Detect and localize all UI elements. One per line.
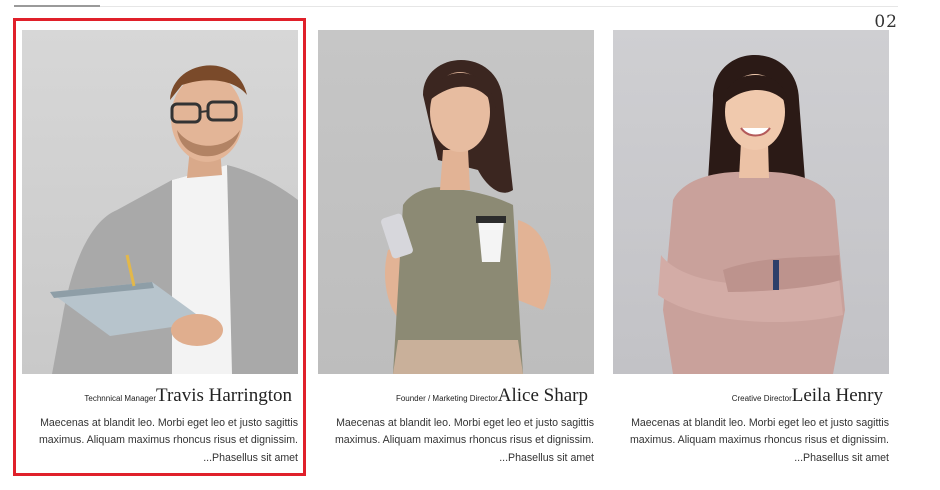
- team-title-row: Technnical ManagerTravis Harrington: [22, 385, 298, 409]
- person-portrait-icon: [658, 55, 845, 374]
- team-name[interactable]: Travis Harrington: [156, 385, 292, 406]
- team-section: 02 Technnical ManagerTravis Harrington M…: [0, 0, 940, 490]
- team-name[interactable]: Alice Sharp: [498, 385, 588, 406]
- page-number[interactable]: 02: [874, 12, 898, 32]
- team-read-more[interactable]: ...Phasellus sit amet: [613, 450, 889, 467]
- team-read-more[interactable]: ...Phasellus sit amet: [318, 450, 594, 467]
- team-role: Technnical Manager: [84, 394, 156, 403]
- team-photo-leila[interactable]: [613, 30, 889, 374]
- team-title-row: Creative DirectorLeila Henry: [613, 385, 889, 409]
- team-card-alice[interactable]: Founder / Marketing DirectorAlice Sharp …: [318, 30, 594, 467]
- person-portrait-icon: [381, 60, 551, 374]
- team-read-more[interactable]: ...Phasellus sit amet: [22, 450, 298, 467]
- person-portrait-icon: [50, 65, 298, 374]
- team-role: Founder / Marketing Director: [395, 394, 498, 403]
- team-title-row: Founder / Marketing DirectorAlice Sharp: [318, 385, 594, 409]
- team-name[interactable]: Leila Henry: [792, 385, 883, 406]
- team-description: Maecenas at blandit leo. Morbi eget leo …: [334, 417, 594, 446]
- top-divider-accent: [14, 5, 100, 7]
- team-photo-travis[interactable]: [22, 30, 298, 374]
- team-photo-alice[interactable]: [318, 30, 594, 374]
- team-description: Maecenas at blandit leo. Morbi eget leo …: [629, 417, 889, 446]
- team-role: Creative Director: [731, 394, 792, 403]
- team-card-leila[interactable]: Creative DirectorLeila Henry Maecenas at…: [613, 30, 889, 467]
- team-description: Maecenas at blandit leo. Morbi eget leo …: [38, 417, 298, 446]
- team-card-travis[interactable]: Technnical ManagerTravis Harrington Maec…: [22, 30, 298, 467]
- top-divider: [14, 6, 898, 7]
